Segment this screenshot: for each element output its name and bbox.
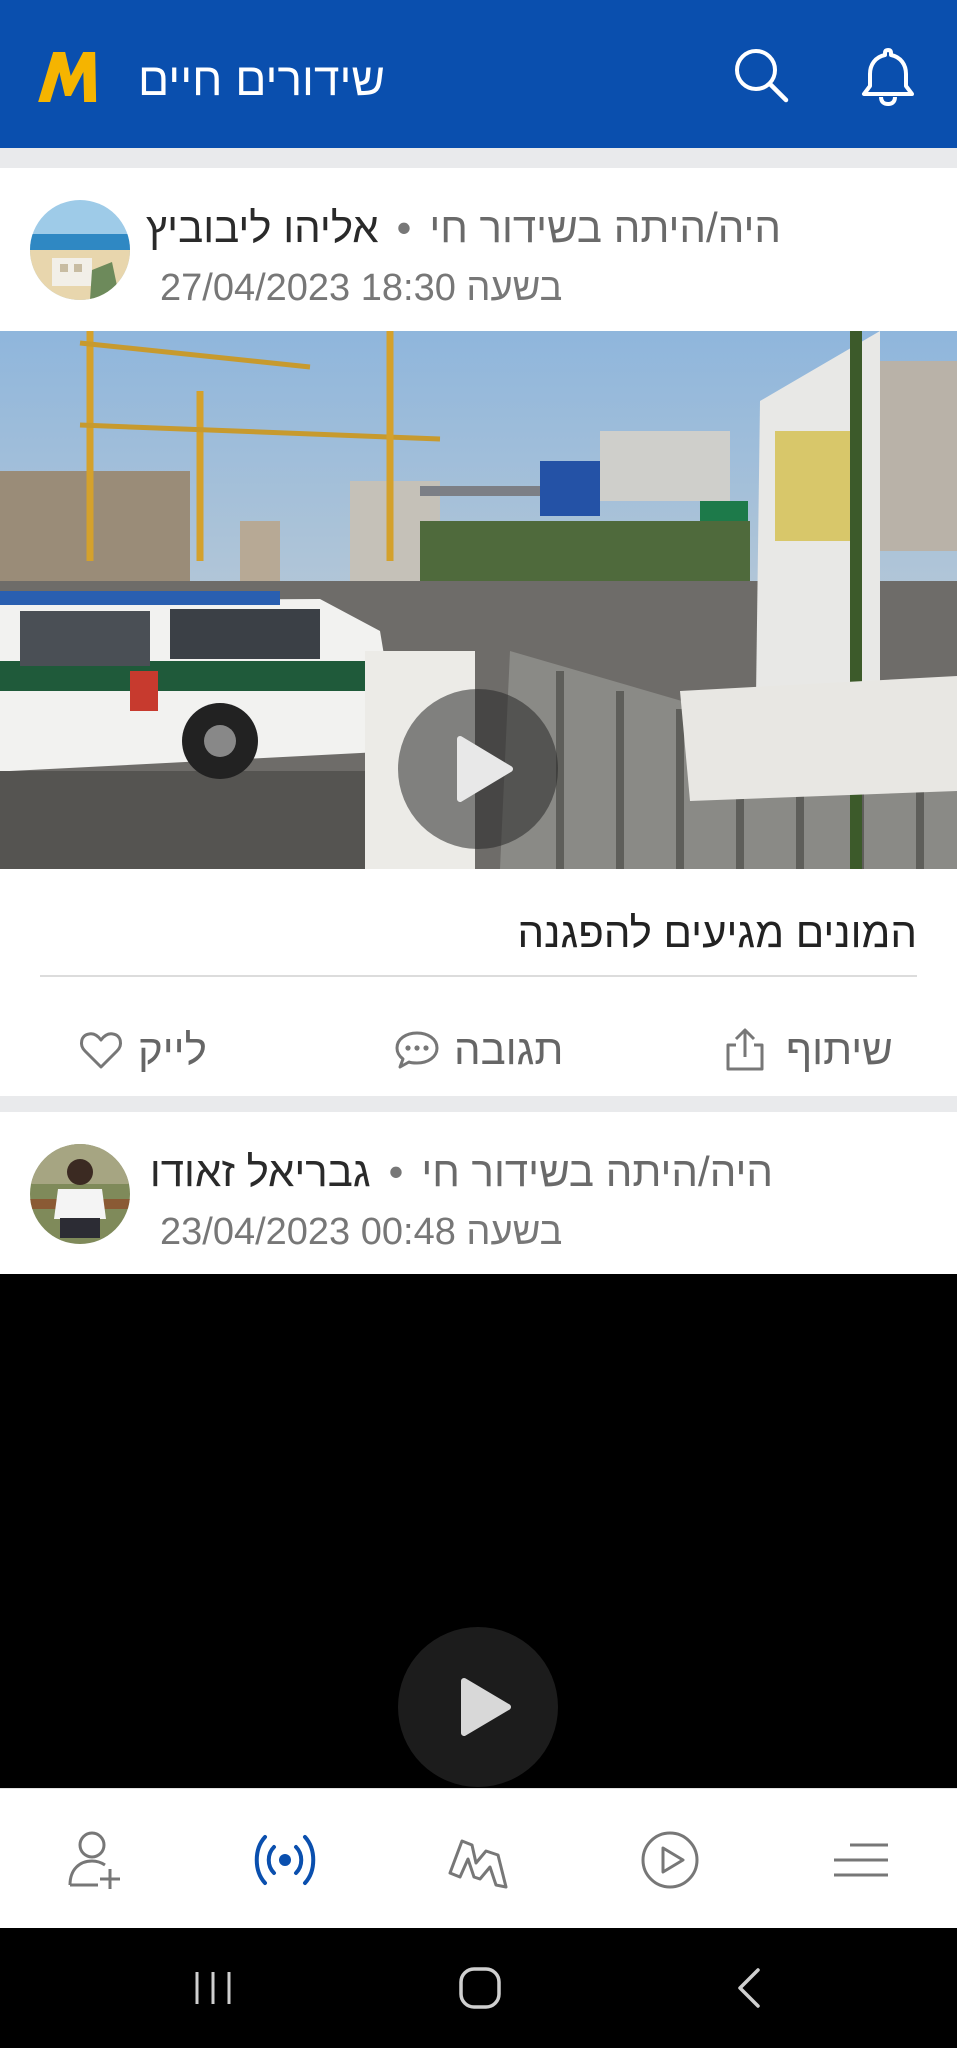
reply-button[interactable]: תגובה — [394, 1010, 563, 1090]
comment-icon — [395, 1031, 439, 1069]
post-datetime: 23/04/2023 בשעה 00:48 — [160, 1211, 563, 1253]
reply-label: תגובה — [454, 1026, 564, 1073]
bell-icon[interactable] — [856, 44, 920, 108]
separator-dot: • — [388, 1148, 404, 1195]
live-status: היה/היתה בשידור חי — [421, 1148, 773, 1195]
author-avatar[interactable] — [30, 200, 130, 300]
bottom-navigation — [0, 1788, 957, 1929]
m-logo-icon[interactable] — [444, 1825, 514, 1895]
play-button[interactable] — [398, 689, 558, 849]
post-datetime: 27/04/2023 בשעה 18:30 — [160, 267, 563, 309]
live-status: היה/היתה בשידור חי — [429, 204, 781, 251]
author-avatar[interactable] — [30, 1144, 130, 1244]
recents-icon[interactable] — [183, 1958, 243, 2018]
home-icon[interactable] — [450, 1958, 510, 2018]
live-post-card: היה/היתה בשידור חי • גבריאל זאודו 23/04/20… — [0, 1112, 957, 1788]
play-icon[interactable] — [635, 1825, 705, 1895]
app-header: שידורים חיים — [0, 0, 957, 148]
heart-icon — [80, 1032, 122, 1069]
page-title: שידורים חיים — [138, 53, 386, 105]
video-player[interactable] — [0, 1274, 957, 1788]
share-label: שיתוף — [786, 1026, 893, 1073]
share-icon — [726, 1028, 764, 1071]
like-button[interactable]: לייק — [78, 1010, 207, 1090]
play-button[interactable] — [398, 1627, 558, 1787]
live-post-card: היה/היתה בשידור חי • אליהו ליבוביץ 27/04/2… — [0, 168, 957, 1096]
system-navigation-bar — [0, 1928, 957, 2048]
m-logo-icon[interactable] — [36, 46, 102, 108]
post-meta: היה/היתה בשידור חי • גבריאל זאודו — [150, 1142, 773, 1202]
separator-dot: • — [396, 204, 412, 251]
menu-icon[interactable] — [826, 1825, 896, 1895]
post-caption: המונים מגיעים להפגנה — [517, 909, 917, 956]
back-icon[interactable] — [720, 1958, 780, 2018]
add-user-icon[interactable] — [60, 1825, 130, 1895]
like-label: לייק — [138, 1026, 207, 1073]
search-icon[interactable] — [730, 44, 794, 108]
author-name[interactable]: אליהו ליבוביץ — [146, 204, 379, 251]
live-broadcast-icon[interactable] — [250, 1825, 320, 1895]
post-meta: היה/היתה בשידור חי • אליהו ליבוביץ — [146, 198, 781, 258]
author-name[interactable]: גבריאל זאודו — [150, 1148, 371, 1195]
share-button[interactable]: שיתוף — [722, 1010, 893, 1090]
divider — [40, 975, 917, 977]
video-thumbnail[interactable] — [0, 331, 957, 869]
